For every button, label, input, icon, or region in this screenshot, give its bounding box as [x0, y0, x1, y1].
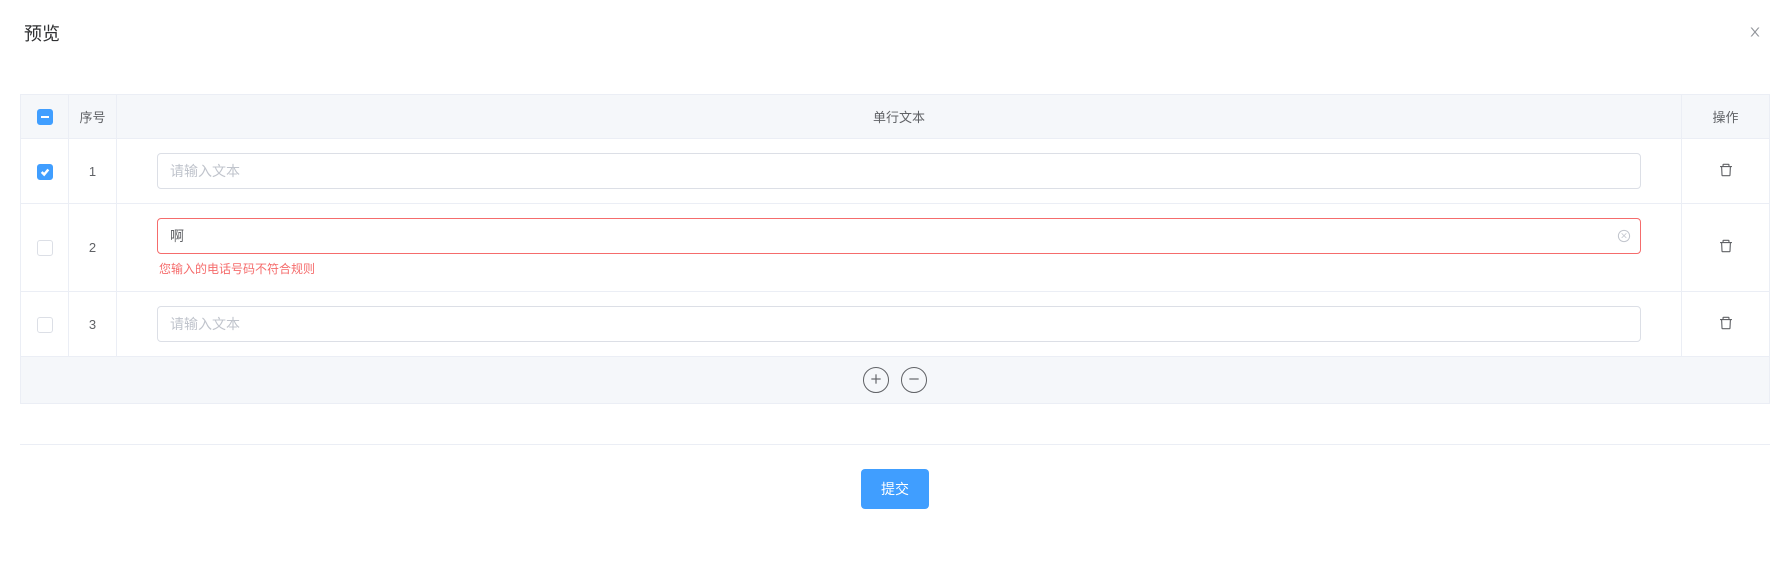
table-row: 1 [21, 139, 1770, 204]
column-header-text: 单行文本 [117, 95, 1682, 139]
validation-error: 您输入的电话号码不符合规则 [157, 260, 1641, 277]
table-header-row: 序号 单行文本 操作 [21, 95, 1770, 139]
close-button[interactable] [1744, 20, 1766, 46]
divider [20, 444, 1770, 445]
row-checkbox[interactable] [37, 317, 53, 333]
table-footer [20, 357, 1770, 404]
trash-icon [1718, 238, 1734, 257]
trash-icon [1718, 315, 1734, 334]
text-input[interactable] [157, 306, 1641, 342]
text-input[interactable] [157, 218, 1641, 254]
table-row: 3 [21, 292, 1770, 357]
header: 预览 [20, 20, 1770, 46]
row-index: 1 [69, 139, 117, 204]
delete-button[interactable] [1718, 162, 1734, 181]
data-table: 序号 单行文本 操作 1 [20, 94, 1770, 357]
trash-icon [1718, 162, 1734, 181]
table-row: 2 您输入的电话号码不符合规则 [21, 204, 1770, 292]
row-index: 3 [69, 292, 117, 357]
submit-button[interactable]: 提交 [861, 469, 929, 509]
row-checkbox[interactable] [37, 240, 53, 256]
clear-icon [1617, 230, 1631, 246]
minus-icon [907, 371, 921, 389]
delete-button[interactable] [1718, 238, 1734, 257]
delete-button[interactable] [1718, 315, 1734, 334]
add-row-button[interactable] [863, 367, 889, 393]
row-index: 2 [69, 204, 117, 292]
submit-wrapper: 提交 [20, 469, 1770, 509]
text-input[interactable] [157, 153, 1641, 189]
page-title: 预览 [24, 20, 60, 46]
close-icon [1748, 23, 1762, 43]
clear-input-button[interactable] [1617, 229, 1631, 243]
column-header-index: 序号 [69, 95, 117, 139]
select-all-checkbox[interactable] [37, 109, 53, 125]
row-checkbox[interactable] [37, 164, 53, 180]
remove-row-button[interactable] [901, 367, 927, 393]
plus-icon [869, 371, 883, 389]
column-header-action: 操作 [1682, 95, 1770, 139]
